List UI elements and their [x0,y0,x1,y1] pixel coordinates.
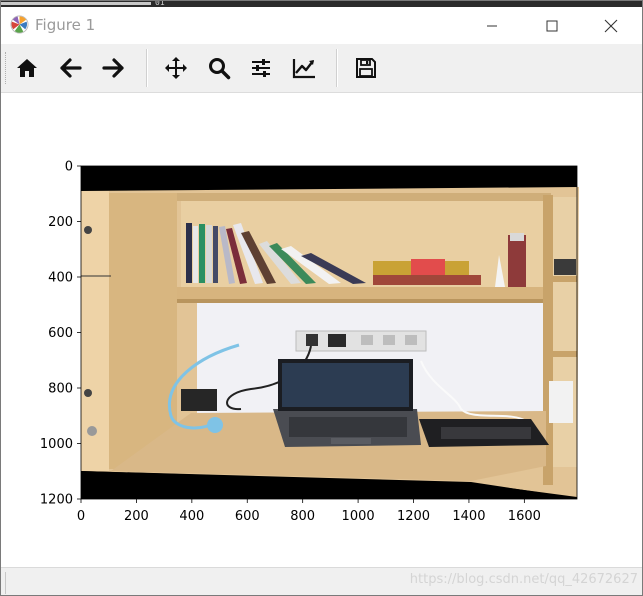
laptop-touchpad [331,438,371,444]
x-tick-label: 0 [77,509,85,524]
line-chart-icon [292,59,315,79]
right-top-object [554,259,576,275]
title-bar[interactable]: Figure 1 [1,7,642,44]
box-stack [373,275,481,285]
close-button[interactable] [588,7,634,44]
window-title: Figure 1 [35,16,96,34]
shelf-board-edge [177,299,545,303]
y-tick-label: 800 [48,382,73,397]
socket-2 [383,335,395,345]
hinge-middle [84,389,92,397]
floppy-disk-icon [356,58,376,78]
x-tick-label: 600 [235,509,260,524]
pan-button[interactable] [159,51,193,85]
x-tick-label: 200 [124,509,149,524]
figure-canvas[interactable]: 0 200 400 600 800 1000 1200 0 200 400 600 800 1000 1… [1,93,642,567]
toolbar-separator [336,49,338,87]
magnifier-icon [209,58,231,80]
arrow-left-icon [60,58,82,78]
right-shelf-mid [551,351,577,357]
edit-axes-button[interactable] [287,51,321,85]
move-icon [165,57,187,79]
minimize-button[interactable] [469,7,515,44]
y-axis: 0 200 400 600 800 1000 1200 [40,160,81,508]
hinge-top [84,226,92,234]
upper-shelf-top [177,193,551,201]
right-shelf-top [551,276,577,282]
water-bottle [549,381,573,423]
thermos-cap [510,233,524,241]
watermark-text: https://blog.csdn.net/qq_42672627 [409,572,638,587]
minimize-icon [487,25,497,26]
snack-box-label [411,259,445,275]
y-tick-label: 600 [48,326,73,341]
arrow-right-icon [102,58,124,78]
status-bar: https://blog.csdn.net/qq_42672627 [1,567,642,595]
home-icon [17,59,37,77]
adapter [181,389,217,411]
terminal-strip-line [1,2,151,5]
terminal-strip-text: 01 [155,0,165,7]
navigation-toolbar [1,44,642,93]
thermos-bottle [508,235,526,287]
x-tick-label: 1000 [342,509,375,524]
plug-2 [328,334,346,347]
close-icon [604,19,618,32]
subplots-button[interactable] [244,51,278,85]
x-tick-label: 1200 [397,509,430,524]
x-tick-label: 800 [290,509,315,524]
back-button[interactable] [54,51,88,85]
save-button[interactable] [349,51,383,85]
zoom-button[interactable] [202,51,236,85]
x-axis: 0 200 400 600 800 1000 1200 1400 1600 [77,499,541,524]
x-tick-label: 400 [179,509,204,524]
blue-connector [207,417,223,433]
laptop-screen [282,363,409,407]
plug-1 [306,334,318,346]
left-panel-front [109,193,177,469]
y-tick-label: 400 [48,271,73,286]
y-tick-label: 1200 [40,493,73,508]
figure-window: 01 Figure 1 0 200 400 600 800 1000 1200 … [0,0,643,596]
x-tick-label: 1600 [508,509,541,524]
image-content [81,166,579,499]
toolbar-separator [146,49,148,87]
forward-button[interactable] [96,51,130,85]
status-grip [5,572,8,594]
toolbar-grip[interactable] [5,52,8,84]
hinge-bottom [87,426,97,436]
sliders-icon [252,59,270,77]
y-tick-label: 0 [65,160,73,175]
axes-figure: 0 200 400 600 800 1000 1200 0 200 400 600 800 1000 1… [40,160,579,524]
socket-1 [361,335,373,345]
y-tick-label: 1000 [40,437,73,452]
laptop-keyboard [289,417,407,437]
maximize-icon [546,20,558,31]
socket-3 [405,335,417,345]
matplotlib-logo-icon [10,15,29,34]
x-tick-label: 1400 [452,509,485,524]
y-tick-label: 200 [48,215,73,230]
mat-keys [441,427,531,439]
maximize-button[interactable] [529,7,575,44]
right-compartment [553,197,577,467]
home-button[interactable] [10,51,44,85]
